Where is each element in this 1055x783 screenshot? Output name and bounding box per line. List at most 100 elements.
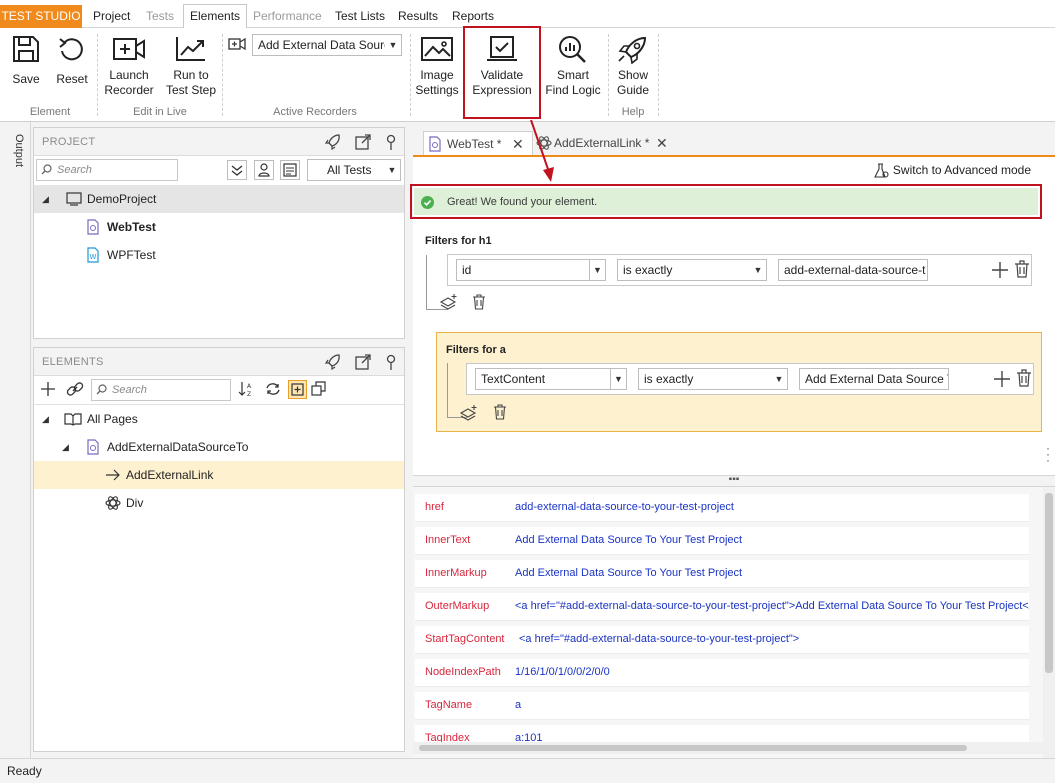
doc-tab-addexternallink[interactable]: AddExternalLink * ✕ — [534, 131, 672, 155]
image-settings-button[interactable]: Image Settings — [412, 34, 462, 98]
filter-attribute-select[interactable]: TextContent ▼ — [475, 368, 627, 390]
tab-elements[interactable]: Elements — [183, 4, 248, 29]
expand-triangle-icon[interactable]: ◢ — [42, 405, 49, 433]
launch-recorder-label-1: Launch — [109, 68, 149, 82]
tree-item-webtest[interactable]: WebTest — [34, 213, 404, 241]
web-test-file-icon — [429, 136, 441, 152]
magnifier-chart-icon — [559, 36, 586, 63]
tab-reports[interactable]: Reports — [452, 5, 494, 28]
filter-operator-select[interactable]: is exactly ▼ — [638, 368, 788, 390]
output-tab[interactable]: Output — [7, 134, 25, 186]
add-layer-icon[interactable] — [459, 404, 479, 422]
property-row[interactable]: OuterMarkup <a href="#add-external-data-… — [415, 593, 1029, 621]
collapse-all-button[interactable] — [227, 160, 247, 180]
tab-results[interactable]: Results — [398, 5, 438, 28]
close-icon[interactable]: ✕ — [512, 132, 524, 156]
open-external-icon[interactable] — [354, 353, 372, 371]
close-icon[interactable]: ✕ — [656, 131, 668, 155]
launch-recorder-button[interactable]: Launch Recorder — [102, 34, 156, 98]
filter-operator-value: is exactly — [644, 372, 694, 386]
rocket-icon[interactable] — [324, 353, 342, 371]
property-name: href — [425, 501, 444, 513]
page-file-icon — [87, 439, 99, 455]
advanced-mode-link[interactable]: Switch to Advanced mode — [874, 163, 1031, 178]
filter-value-input[interactable]: add-external-data-source-t — [778, 259, 928, 281]
ribbon-separator — [222, 34, 223, 116]
property-row[interactable]: NodeIndexPath 1/16/1/0/1/0/0/2/0/0 — [415, 659, 1029, 687]
add-icon[interactable] — [39, 380, 57, 398]
property-row[interactable]: TagName a — [415, 692, 1029, 720]
properties-horizontal-scrollbar[interactable] — [413, 742, 1043, 754]
property-row[interactable]: StartTagContent <a href="#add-external-d… — [415, 626, 1029, 654]
trash-icon[interactable] — [1016, 369, 1032, 387]
advanced-mode-label: Switch to Advanced mode — [892, 163, 1031, 177]
trash-icon[interactable] — [1014, 260, 1030, 278]
pin-icon[interactable] — [382, 353, 400, 371]
tree-item-wpftest[interactable]: W WPFTest — [34, 241, 404, 269]
vertical-splitter-grip[interactable]: · · · — [1046, 442, 1050, 466]
reset-button[interactable]: Reset — [52, 34, 92, 87]
property-value: 1/16/1/0/1/0/0/2/0/0 — [515, 666, 610, 678]
filter-operator-select[interactable]: is exactly ▼ — [617, 259, 767, 281]
elements-panel-header: ELEMENTS — [34, 348, 404, 376]
open-external-icon[interactable] — [354, 133, 372, 151]
copy-icon[interactable] — [310, 380, 328, 398]
status-bar: Ready — [0, 758, 1055, 782]
project-monitor-icon — [66, 192, 82, 206]
doc-tab-webtest[interactable]: WebTest * ✕ — [423, 131, 533, 155]
elements-search-input[interactable]: Search — [91, 379, 231, 401]
property-row[interactable]: InnerText Add External Data Source To Yo… — [415, 527, 1029, 555]
trash-icon[interactable] — [493, 404, 507, 420]
filter-attribute-select[interactable]: id ▼ — [456, 259, 606, 281]
rocket-icon[interactable] — [324, 133, 342, 151]
scrollbar-thumb[interactable] — [419, 745, 967, 751]
smart-find-logic-button[interactable]: Smart Find Logic — [544, 34, 602, 98]
tab-performance[interactable]: Performance — [253, 5, 322, 28]
side-strip: Output — [0, 122, 31, 758]
active-recorder-select[interactable]: Add External Data Source ▼ — [252, 34, 402, 56]
show-guide-button[interactable]: Show Guide — [612, 34, 654, 98]
horizontal-splitter[interactable]: ▪▪▪ — [413, 475, 1055, 487]
filters-a-group: Filters for a TextContent ▼ is exactly ▼… — [436, 332, 1042, 432]
add-filter-icon[interactable] — [991, 261, 1009, 279]
pin-icon[interactable] — [382, 133, 400, 151]
run-to-test-step-button[interactable]: Run to Test Step — [164, 34, 218, 98]
refresh-icon[interactable] — [264, 380, 282, 398]
tree-item-div[interactable]: Div — [34, 489, 404, 517]
tree-item-label: WPFTest — [107, 248, 156, 262]
sort-az-icon[interactable]: A Z — [238, 380, 256, 398]
web-test-file-icon — [87, 219, 99, 235]
add-layer-icon[interactable] — [439, 293, 459, 311]
properties-vertical-scrollbar[interactable] — [1043, 487, 1055, 758]
scrollbar-thumb[interactable] — [1045, 493, 1053, 673]
tree-item-addexternallink[interactable]: AddExternalLink — [34, 461, 404, 489]
user-filter-button[interactable] — [254, 160, 274, 180]
filters-h1-title: Filters for h1 — [425, 235, 492, 247]
active-recorder-value: Add External Data Source — [258, 38, 397, 52]
add-box-icon — [291, 383, 304, 396]
test-filter-select[interactable]: All Tests ▼ — [307, 159, 401, 181]
tree-item-label: AddExternalDataSourceTo — [107, 440, 249, 454]
save-button[interactable]: Save — [8, 34, 44, 87]
show-guide-label-1: Show — [617, 68, 649, 82]
add-filter-icon[interactable] — [993, 370, 1011, 388]
app-brand-tab[interactable]: TEST STUDIO — [0, 5, 82, 28]
tab-project[interactable]: Project — [93, 5, 130, 28]
expand-triangle-icon[interactable]: ◢ — [62, 433, 69, 461]
tab-test-lists[interactable]: Test Lists — [335, 5, 385, 28]
project-search-input[interactable]: Search — [36, 159, 178, 181]
property-row[interactable]: InnerMarkup Add External Data Source To … — [415, 560, 1029, 588]
tab-tests[interactable]: Tests — [146, 5, 174, 28]
tree-item-page[interactable]: ◢ AddExternalDataSourceTo — [34, 433, 404, 461]
property-row[interactable]: href add-external-data-source-to-your-te… — [415, 494, 1029, 522]
filter-value-input[interactable]: Add External Data Source To — [799, 368, 949, 390]
link-icon[interactable] — [65, 380, 85, 398]
list-view-button[interactable] — [280, 160, 300, 180]
tree-item-demoproject[interactable]: ◢ DemoProject — [34, 185, 404, 213]
expand-triangle-icon[interactable]: ◢ — [42, 185, 49, 213]
toggle-highlight-button[interactable] — [288, 380, 307, 399]
trash-icon[interactable] — [472, 294, 486, 310]
tree-item-all-pages[interactable]: ◢ All Pages — [34, 405, 404, 433]
menu-bar: TEST STUDIO Project Tests Elements Perfo… — [0, 0, 1055, 29]
reset-icon — [59, 38, 83, 61]
